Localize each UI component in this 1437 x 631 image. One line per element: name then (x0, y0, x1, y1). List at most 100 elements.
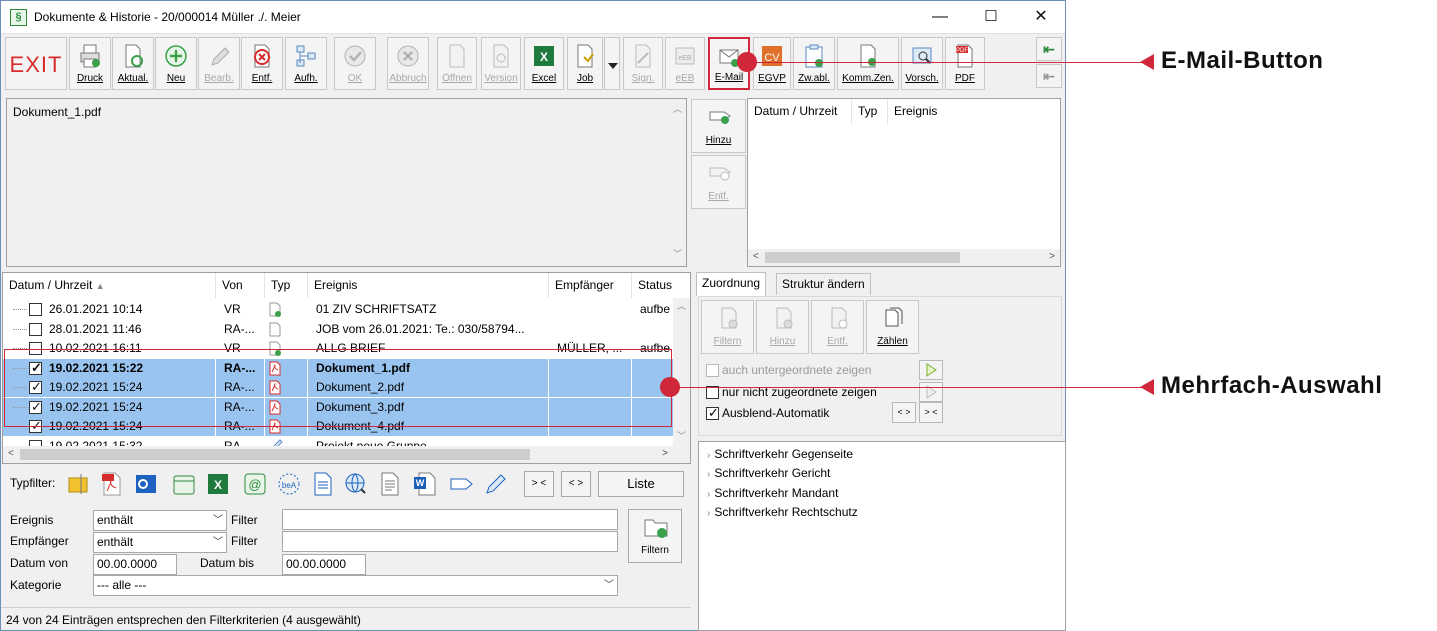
preview-button[interactable]: Vorsch. (901, 37, 943, 90)
scroll-down-icon[interactable]: ﹀ (673, 250, 682, 259)
tag-icon[interactable] (449, 471, 473, 497)
table-row[interactable]: 19.02.2021 15:24 RA-... Dokument_3.pdf (3, 397, 673, 417)
scroll-right-icon[interactable]: > (1049, 251, 1055, 262)
exit-button[interactable]: EXIT (5, 37, 67, 90)
datum-bis-input[interactable]: 00.00.0000 (282, 554, 366, 575)
job-button[interactable]: Job (567, 37, 603, 90)
list-doc-icon[interactable] (378, 471, 402, 497)
history-col-event[interactable]: Ereignis (888, 99, 968, 124)
excel-icon[interactable]: X (206, 471, 230, 497)
back-arrow-icon[interactable]: ⇤ (1036, 37, 1062, 61)
tab-zuordnung[interactable]: Zuordnung (696, 272, 767, 296)
zuordnung-add-button[interactable]: Hinzu (756, 300, 809, 354)
scroll-left-icon[interactable]: < (8, 448, 14, 459)
version-button[interactable]: Version (481, 37, 521, 90)
maximize-button[interactable]: ☐ (981, 7, 1001, 27)
edit-button[interactable]: Bearb. (198, 37, 240, 90)
job-dropdown-arrow[interactable] (604, 37, 620, 90)
row-checkbox[interactable] (29, 418, 42, 434)
zuordnung-filter-button[interactable]: Filtern (701, 300, 754, 354)
history-col-date[interactable]: Datum / Uhrzeit (748, 99, 852, 124)
at-icon[interactable]: @ (243, 471, 267, 497)
document-list-item[interactable]: Dokument_1.pdf (13, 105, 101, 119)
count-button[interactable]: Zählen (866, 300, 919, 354)
tree-item[interactable]: › Schriftverkehr Gericht (707, 466, 830, 480)
expand-tree-button[interactable]: Aufh. (285, 37, 327, 90)
word-icon[interactable]: W (413, 471, 437, 497)
scroll-up-icon[interactable]: ︿ (677, 302, 686, 311)
scroll-right-icon[interactable]: > (662, 448, 668, 459)
table-vscrollbar[interactable]: ︿ ﹀ (673, 298, 690, 446)
new-button[interactable]: Neu (155, 37, 197, 90)
ereignis-filter-input[interactable] (282, 509, 618, 530)
ok-button[interactable]: OK (334, 37, 376, 90)
bea-icon[interactable]: beA (277, 471, 301, 497)
outlook-icon[interactable] (134, 471, 158, 497)
history-panel[interactable]: Datum / Uhrzeit Typ Ereignis < > (747, 98, 1061, 267)
folder-green-icon[interactable] (172, 471, 196, 497)
excel-button[interactable]: X Excel (524, 37, 564, 90)
tree-item[interactable]: › Schriftverkehr Rechtschutz (707, 505, 858, 519)
delete-button[interactable]: Entf. (241, 37, 283, 90)
empfaenger-operator-select[interactable]: enthält ﹀ (93, 532, 227, 553)
col-date[interactable]: Datum / Uhrzeit ▲ (3, 273, 216, 298)
tree-item[interactable]: › Schriftverkehr Mandant (707, 486, 838, 500)
document-list[interactable]: Dokument_1.pdf ︿ ﹀ (6, 98, 687, 267)
apply-filter-button[interactable]: Filtern (628, 509, 682, 563)
history-scrollbar[interactable]: < > (748, 249, 1060, 266)
row-checkbox[interactable] (29, 322, 42, 336)
pdf-button[interactable]: PDF PDF (945, 37, 985, 90)
table-scroll-thumb[interactable] (20, 449, 530, 460)
document-list-scrollbar[interactable]: ︿ ﹀ (669, 99, 686, 266)
pen-icon[interactable] (483, 471, 507, 497)
print-button[interactable]: Druck (69, 37, 111, 90)
expand-button[interactable]: < > (561, 471, 591, 497)
table-row[interactable]: 19.02.2021 15:22 RA-... Dokument_1.pdf (3, 358, 673, 378)
col-typ[interactable]: Typ (265, 273, 308, 298)
tree-collapse-button[interactable]: > < (919, 402, 943, 423)
table-row[interactable]: 28.01.2021 11:46 RA-... JOB vom 26.01.2021… (3, 320, 673, 339)
tree-expand-button[interactable]: < > (892, 402, 916, 423)
remove-history-button[interactable]: Entf. (691, 155, 746, 209)
col-von[interactable]: Von (216, 273, 265, 298)
datum-von-input[interactable]: 00.00.0000 (93, 554, 177, 575)
scroll-up-icon[interactable]: ︿ (673, 105, 682, 114)
folder-yellow-icon[interactable] (67, 471, 91, 497)
col-empfaenger[interactable]: Empfänger (549, 273, 632, 298)
row-checkbox[interactable] (29, 399, 42, 415)
row-checkbox[interactable] (29, 303, 42, 316)
checkbox[interactable] (706, 405, 719, 421)
empfaenger-filter-input[interactable] (282, 531, 618, 552)
col-status[interactable]: Status (632, 273, 676, 298)
history-scroll-thumb[interactable] (765, 252, 960, 263)
table-row[interactable]: 19.02.2021 15:24 RA-... Dokument_2.pdf (3, 378, 673, 397)
tree-item[interactable]: › Schriftverkehr Gegenseite (707, 447, 853, 461)
play-green-icon[interactable] (919, 360, 943, 380)
table-hscrollbar[interactable]: < > (3, 446, 690, 463)
table-row[interactable]: 10.02.2021 16:11 VR ALLG BRIEF MÜLLER, ... a… (3, 339, 673, 358)
tab-struktur-aendern[interactable]: Struktur ändern (776, 273, 871, 295)
pdf-icon[interactable] (100, 471, 124, 497)
history-col-type[interactable]: Typ (852, 99, 888, 124)
checkbox[interactable] (706, 364, 719, 377)
back-gray-arrow-icon[interactable]: ⇤ (1036, 64, 1062, 88)
open-button[interactable]: Öffnen (437, 37, 477, 90)
clipboard-button[interactable]: Zw.abl. (793, 37, 835, 90)
sign-button[interactable]: Sign. (623, 37, 663, 90)
scroll-down-icon[interactable]: ﹀ (677, 432, 686, 441)
cancel-button[interactable]: Abbruch (387, 37, 429, 90)
minimize-button[interactable]: — (930, 7, 950, 27)
list-button[interactable]: Liste (598, 471, 684, 497)
row-checkbox[interactable] (29, 379, 42, 395)
play-gray-icon[interactable] (919, 382, 943, 402)
ereignis-operator-select[interactable]: enthält ﹀ (93, 510, 227, 531)
col-ereignis[interactable]: Ereignis (308, 273, 549, 298)
collapse-button[interactable]: > < (524, 471, 554, 497)
row-checkbox[interactable] (29, 360, 42, 376)
web-icon[interactable] (344, 471, 368, 497)
kategorie-select[interactable]: --- alle --- ﹀ (93, 575, 618, 596)
table-row[interactable]: 19.02.2021 15:24 RA-... Dokument_4.pdf (3, 417, 673, 436)
refresh-button[interactable]: Aktual. (112, 37, 154, 90)
scroll-left-icon[interactable]: < (753, 251, 759, 262)
text-doc-icon[interactable] (311, 471, 335, 497)
